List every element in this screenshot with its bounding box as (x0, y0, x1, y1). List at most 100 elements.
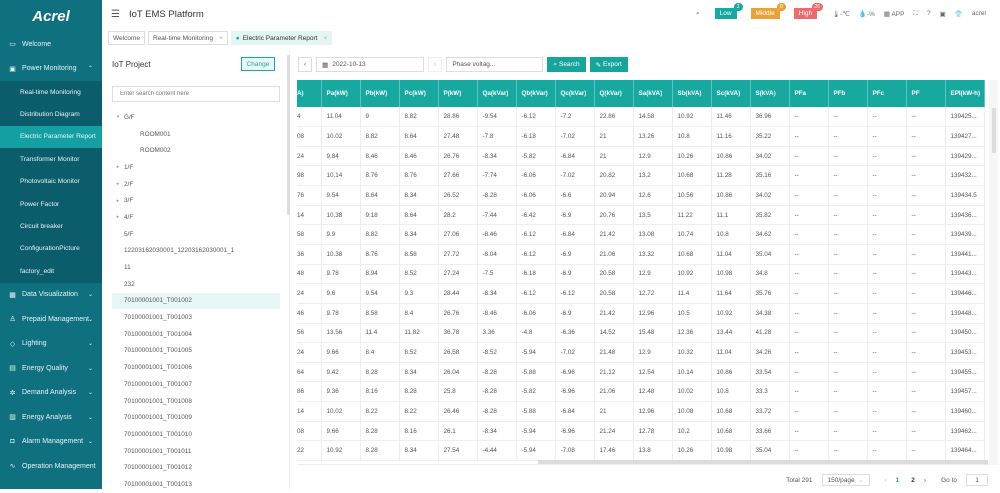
column-header[interactable]: Pc(kW) (399, 80, 439, 107)
column-header[interactable]: Sa(kVA) (633, 80, 673, 107)
sidebar-subitem-electric-parameter-report[interactable]: Electric Parameter Report (0, 125, 102, 149)
tree-search-input[interactable] (112, 86, 280, 102)
expand-arrow-icon[interactable]: ▾ (112, 114, 124, 120)
expand-arrow-icon[interactable]: ▸ (112, 164, 124, 170)
sidebar-item-power-monitoring[interactable]: ▣ Power Monitoring ⌃ (0, 57, 102, 82)
column-header[interactable]: PFc (867, 80, 907, 107)
theme-shirt-icon[interactable]: 👕 (955, 10, 963, 18)
column-header[interactable]: Pb(kW) (360, 80, 400, 107)
column-header[interactable]: Qc(kVar) (555, 80, 595, 107)
column-header[interactable]: PFb (828, 80, 868, 107)
column-header[interactable]: EPI(kW-h) (945, 80, 985, 107)
tab-real-time-monitoring[interactable]: Real-time Monitoring × (147, 31, 228, 45)
tree-node[interactable]: 70100001001_T001011 (112, 443, 280, 460)
sidebar-item-demand-analysis[interactable]: ✲ Demand Analysis ⌄ (0, 381, 102, 406)
tree-node[interactable]: ROOM002 (112, 142, 280, 159)
tab-welcome[interactable]: Welcome (108, 31, 145, 45)
expand-arrow-icon[interactable]: ▸ (112, 198, 124, 204)
page-1-button[interactable]: 1 (896, 477, 900, 484)
column-header[interactable]: Sb(kVA) (672, 80, 712, 107)
sidebar-item-energy-quality[interactable]: ▤ Energy Quality ⌄ (0, 356, 102, 381)
tree-node[interactable]: 11 (112, 259, 280, 276)
prev-day-button[interactable]: ‹ (298, 57, 313, 72)
tree-node[interactable]: 70100001001_T001013 (112, 476, 280, 493)
alarm-badge-low[interactable]: Low 2 (714, 3, 743, 19)
sidebar-item-energy-analysis[interactable]: ▥ Energy Analysis ⌄ (0, 405, 102, 430)
export-button[interactable]: ✎ Export (589, 57, 628, 72)
tree-node[interactable]: 70100001001_T001006 (112, 359, 280, 376)
menu-toggle-icon[interactable]: ☰ (111, 9, 120, 20)
sidebar-item-operation-management[interactable]: ∿ Operation Management (0, 454, 102, 479)
page-2-button[interactable]: 2 (911, 477, 915, 484)
sidebar-item-prepaid-management[interactable]: ♙ Prepaid Management ⌄ (0, 307, 102, 332)
change-button[interactable]: Change (241, 57, 275, 71)
column-header[interactable]: Qa(kVar) (477, 80, 517, 107)
page-size-select[interactable]: 150/page ⌄ (821, 474, 870, 486)
tree-node[interactable]: 70100001001_T001012 (112, 459, 280, 476)
language-icon[interactable]: ▣ (940, 10, 946, 18)
tree-scrollbar[interactable] (287, 55, 290, 215)
column-header[interactable]: PF (906, 80, 946, 107)
parameter-select[interactable]: Phase voltag... (446, 57, 544, 72)
column-header[interactable]: Q(kVar) (594, 80, 634, 107)
sidebar-subitem-distribution-diagram[interactable]: Distribution Diagram (0, 103, 102, 125)
sidebar-subitem-circuit-breaker[interactable]: Circuit breaker (0, 215, 102, 237)
tree-node[interactable]: 232 (112, 276, 280, 293)
table-vertical-scrollbar[interactable] (989, 80, 998, 465)
expand-arrow-icon[interactable]: ▸ (112, 214, 124, 220)
close-icon[interactable]: × (219, 35, 223, 42)
tree-node[interactable]: 70100001001_T001010 (112, 426, 280, 443)
search-icon[interactable]: ⌕ (696, 10, 700, 18)
tree-node[interactable]: 70100001001_T001007 (112, 376, 280, 393)
sidebar-subitem-factory-edit[interactable]: factory_edit (0, 260, 102, 282)
sidebar-item-data-visualization[interactable]: ▦ Data Visualization ⌄ (0, 283, 102, 308)
expand-arrow-icon[interactable]: ▸ (112, 181, 124, 187)
sidebar-item-alarm-management[interactable]: ◘ Alarm Management ⌄ (0, 430, 102, 455)
next-day-button[interactable]: › (428, 57, 443, 72)
sidebar-subitem-configurationpicture[interactable]: ConfigurationPicture (0, 238, 102, 260)
tree-node[interactable]: 70100001001_T001003 (112, 309, 280, 326)
sidebar-item-welcome[interactable]: ▭ Welcome (0, 32, 102, 57)
sidebar-subitem-real-time-monitoring[interactable]: Real-time Monitoring (0, 81, 102, 103)
user-name[interactable]: acrel (972, 10, 986, 17)
column-header[interactable]: P(kW) (438, 80, 478, 107)
tree-node[interactable]: ▸ 2/F (112, 176, 280, 193)
tree-node[interactable]: ▾ G/F (112, 109, 280, 126)
column-header[interactable]: Qb(kVar) (516, 80, 556, 107)
app-button[interactable]: ▦ APP (884, 10, 905, 18)
search-button[interactable]: ⌕ Search (547, 57, 586, 72)
column-header[interactable]: PFa (789, 80, 829, 107)
tree-node[interactable]: ▸ 4/F (112, 209, 280, 226)
tree-node[interactable]: 70100001001_T001005 (112, 343, 280, 360)
tree-node[interactable]: 70100001001_T001004 (112, 326, 280, 343)
fullscreen-icon[interactable]: ⛶ (913, 10, 918, 18)
next-page-button[interactable]: › (924, 477, 926, 484)
sidebar-subitem-transformer-monitor[interactable]: Transformer Monitor (0, 148, 102, 170)
help-icon[interactable]: ? (927, 10, 931, 17)
alarm-badge-high[interactable]: High 26 (793, 3, 824, 19)
sidebar-item-lighting[interactable]: ◇ Lighting ⌄ (0, 332, 102, 357)
chevron-down-icon: ⌄ (858, 477, 864, 484)
sidebar-subitem-photovoltaic-monitor[interactable]: Photovoltaic Monitor (0, 171, 102, 193)
table-horizontal-scrollbar[interactable] (538, 460, 988, 464)
tree-node[interactable]: ▸ 3/F (112, 192, 280, 209)
tab-electric-parameter-report[interactable]: ● Electric Parameter Report × (230, 31, 333, 45)
tree-node[interactable]: 70100001001_T001002 (112, 292, 280, 310)
tree-node[interactable]: ▸ 1/F (112, 159, 280, 176)
column-header[interactable]: Sc(kVA) (711, 80, 751, 107)
tree-node[interactable]: ROOM001 (112, 126, 280, 143)
goto-page-input[interactable]: 1 (966, 474, 988, 486)
table-cell: -- (828, 401, 868, 422)
tree-node[interactable]: 5/F (112, 226, 280, 243)
close-icon[interactable]: × (323, 35, 327, 42)
sidebar-subitem-power-factor[interactable]: Power Factor (0, 193, 102, 215)
column-header[interactable]: Pa(kW) (321, 80, 361, 107)
date-picker[interactable]: ▦ 2022-10-13 (316, 57, 425, 72)
column-header[interactable]: S(kVA) (750, 80, 790, 107)
tree-node[interactable]: 70100001001_T001009 (112, 409, 280, 426)
tree-node[interactable]: 70100001001_T001008 (112, 393, 280, 410)
column-header[interactable]: A) (297, 80, 322, 107)
prev-page-button[interactable]: ‹ (885, 477, 887, 484)
alarm-badge-middle[interactable]: Middle 0 (750, 3, 786, 19)
tree-node[interactable]: 12203162030001_12203162030001_1 (112, 243, 280, 260)
